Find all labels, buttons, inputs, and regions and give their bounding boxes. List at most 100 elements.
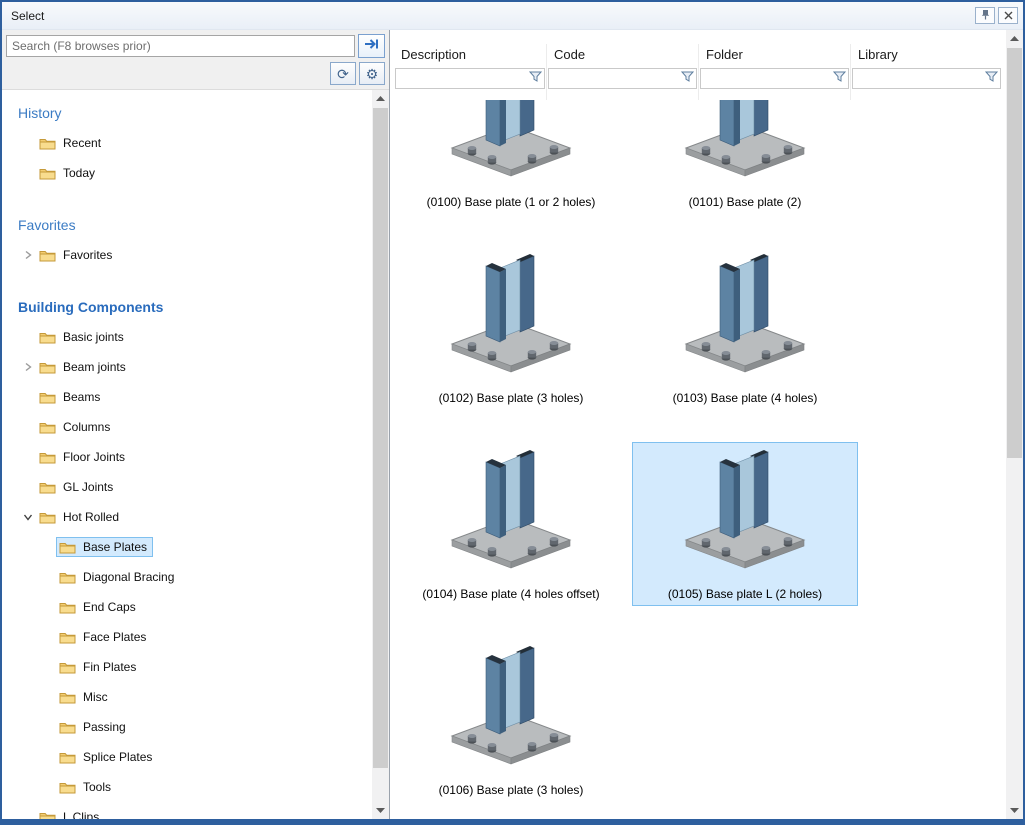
tree-item-floor-joints[interactable]: Floor Joints bbox=[2, 442, 372, 472]
chevron-down-icon[interactable] bbox=[20, 509, 36, 525]
tree-item-hot-rolled[interactable]: Hot Rolled bbox=[2, 502, 372, 532]
tree-item-content[interactable]: Face Plates bbox=[56, 627, 152, 647]
tree-item-today[interactable]: Today bbox=[2, 158, 372, 188]
tree-item-content[interactable]: Beam joints bbox=[36, 357, 132, 377]
tree-item-content[interactable]: Favorites bbox=[36, 245, 118, 265]
tree-item-content[interactable]: Recent bbox=[36, 133, 107, 153]
tree-item-splice-plates[interactable]: Splice Plates bbox=[2, 742, 372, 772]
tree-item-content[interactable]: Basic joints bbox=[36, 327, 130, 347]
tree-item-passing[interactable]: Passing bbox=[2, 712, 372, 742]
tree-item-beam-joints[interactable]: Beam joints bbox=[2, 352, 372, 382]
folder-icon bbox=[59, 751, 76, 764]
tree-item-misc[interactable]: Misc bbox=[2, 682, 372, 712]
tree-item-label: Hot Rolled bbox=[63, 510, 119, 524]
tree-item-content[interactable]: Diagonal Bracing bbox=[56, 567, 180, 587]
expander-spacer bbox=[40, 569, 56, 585]
tree-item-l-clips[interactable]: L Clips bbox=[2, 802, 372, 819]
filter-box-library[interactable] bbox=[852, 68, 1001, 89]
expander-spacer bbox=[20, 135, 36, 151]
component-cell[interactable]: (0100) Base plate (1 or 2 holes) bbox=[398, 100, 624, 214]
chevron-right-icon[interactable] bbox=[20, 247, 36, 263]
tree-item-content[interactable]: Fin Plates bbox=[56, 657, 142, 677]
close-button[interactable] bbox=[998, 7, 1018, 24]
tree-item-content[interactable]: Misc bbox=[56, 687, 114, 707]
filter-funnel-icon[interactable] bbox=[985, 70, 998, 88]
tree-item-content[interactable]: Floor Joints bbox=[36, 447, 131, 467]
tree-item-content[interactable]: End Caps bbox=[56, 597, 142, 617]
scroll-down-arrow[interactable] bbox=[1006, 802, 1023, 819]
tree-item-base-plates[interactable]: Base Plates bbox=[2, 532, 372, 562]
component-caption: (0104) Base plate (4 holes offset) bbox=[422, 587, 599, 601]
tree-item-tools[interactable]: Tools bbox=[2, 772, 372, 802]
component-cell[interactable]: (0102) Base plate (3 holes) bbox=[398, 246, 624, 410]
tree-item-content[interactable]: Base Plates bbox=[56, 537, 153, 557]
refresh-button[interactable]: ⟳ bbox=[330, 62, 356, 85]
tree-item-content[interactable]: Today bbox=[36, 163, 101, 183]
scrollbar-thumb[interactable] bbox=[373, 108, 388, 768]
component-cell[interactable]: (0105) Base plate L (2 holes) bbox=[632, 442, 858, 606]
expander-spacer bbox=[20, 479, 36, 495]
component-caption: (0105) Base plate L (2 holes) bbox=[668, 587, 822, 601]
expander-spacer bbox=[20, 165, 36, 181]
tree-item-label: Favorites bbox=[63, 248, 112, 262]
component-cell[interactable]: (0101) Base plate (2) bbox=[632, 100, 858, 214]
tree-item-content[interactable]: Hot Rolled bbox=[36, 507, 125, 527]
tree-item-content[interactable]: Passing bbox=[56, 717, 132, 737]
folder-icon bbox=[59, 661, 76, 674]
component-cell[interactable]: (0103) Base plate (4 holes) bbox=[632, 246, 858, 410]
tree-item-end-caps[interactable]: End Caps bbox=[2, 592, 372, 622]
search-input[interactable] bbox=[6, 35, 355, 57]
tree-item-favorites[interactable]: Favorites bbox=[2, 240, 372, 270]
tree-item-face-plates[interactable]: Face Plates bbox=[2, 622, 372, 652]
expander-spacer bbox=[20, 389, 36, 405]
tree-scrollbar[interactable] bbox=[372, 90, 389, 819]
tree-item-basic-joints[interactable]: Basic joints bbox=[2, 322, 372, 352]
grid-scrollbar[interactable] bbox=[1006, 30, 1023, 819]
filter-box-code[interactable] bbox=[548, 68, 697, 89]
tree-item-gl-joints[interactable]: GL Joints bbox=[2, 472, 372, 502]
tree-item-content[interactable]: Beams bbox=[36, 387, 106, 407]
component-item[interactable]: (0105) Base plate L (2 holes) bbox=[628, 420, 862, 616]
scrollbar-thumb[interactable] bbox=[1007, 48, 1022, 458]
tree-section-header-building-components: Building Components bbox=[2, 292, 372, 322]
tree-item-content[interactable]: L Clips bbox=[36, 807, 105, 819]
chevron-right-icon[interactable] bbox=[20, 359, 36, 375]
component-item[interactable]: (0106) Base plate (3 holes) bbox=[394, 616, 628, 812]
column-library: Library bbox=[850, 44, 1002, 100]
component-item[interactable]: (0104) Base plate (4 holes offset) bbox=[394, 420, 628, 616]
component-item[interactable]: (0101) Base plate (2) bbox=[628, 100, 862, 224]
pin-button[interactable] bbox=[975, 7, 995, 24]
scroll-up-arrow[interactable] bbox=[372, 90, 389, 107]
tree-item-beams[interactable]: Beams bbox=[2, 382, 372, 412]
tree-item-diagonal-bracing[interactable]: Diagonal Bracing bbox=[2, 562, 372, 592]
column-header-folder: Folder bbox=[699, 44, 850, 68]
tree-item-content[interactable]: Splice Plates bbox=[56, 747, 158, 767]
filter-box-folder[interactable] bbox=[700, 68, 849, 89]
component-item[interactable]: (0100) Base plate (1 or 2 holes) bbox=[394, 100, 628, 224]
expander-spacer bbox=[20, 329, 36, 345]
tree-item-label: Diagonal Bracing bbox=[83, 570, 174, 584]
settings-button[interactable]: ⚙ bbox=[359, 62, 385, 85]
tree-item-recent[interactable]: Recent bbox=[2, 128, 372, 158]
component-item[interactable]: (0103) Base plate (4 holes) bbox=[628, 224, 862, 420]
expander-spacer bbox=[40, 719, 56, 735]
tree-item-content[interactable]: GL Joints bbox=[36, 477, 119, 497]
tree-item-content[interactable]: Tools bbox=[56, 777, 117, 797]
component-cell[interactable]: (0104) Base plate (4 holes offset) bbox=[398, 442, 624, 606]
expander-spacer bbox=[40, 689, 56, 705]
filter-funnel-icon[interactable] bbox=[681, 70, 694, 88]
filter-funnel-icon[interactable] bbox=[833, 70, 846, 88]
filter-funnel-icon[interactable] bbox=[529, 70, 542, 88]
scroll-down-arrow[interactable] bbox=[372, 802, 389, 819]
tree-item-fin-plates[interactable]: Fin Plates bbox=[2, 652, 372, 682]
tree-item-content[interactable]: Columns bbox=[36, 417, 116, 437]
search-go-button[interactable] bbox=[358, 34, 385, 58]
filter-box-description[interactable] bbox=[395, 68, 545, 89]
component-item[interactable]: (0102) Base plate (3 holes) bbox=[394, 224, 628, 420]
scroll-up-arrow[interactable] bbox=[1006, 30, 1023, 47]
expander-spacer bbox=[20, 419, 36, 435]
component-cell[interactable]: (0106) Base plate (3 holes) bbox=[398, 638, 624, 802]
folder-icon bbox=[39, 361, 56, 374]
tree-item-columns[interactable]: Columns bbox=[2, 412, 372, 442]
gear-icon: ⚙ bbox=[366, 67, 379, 81]
